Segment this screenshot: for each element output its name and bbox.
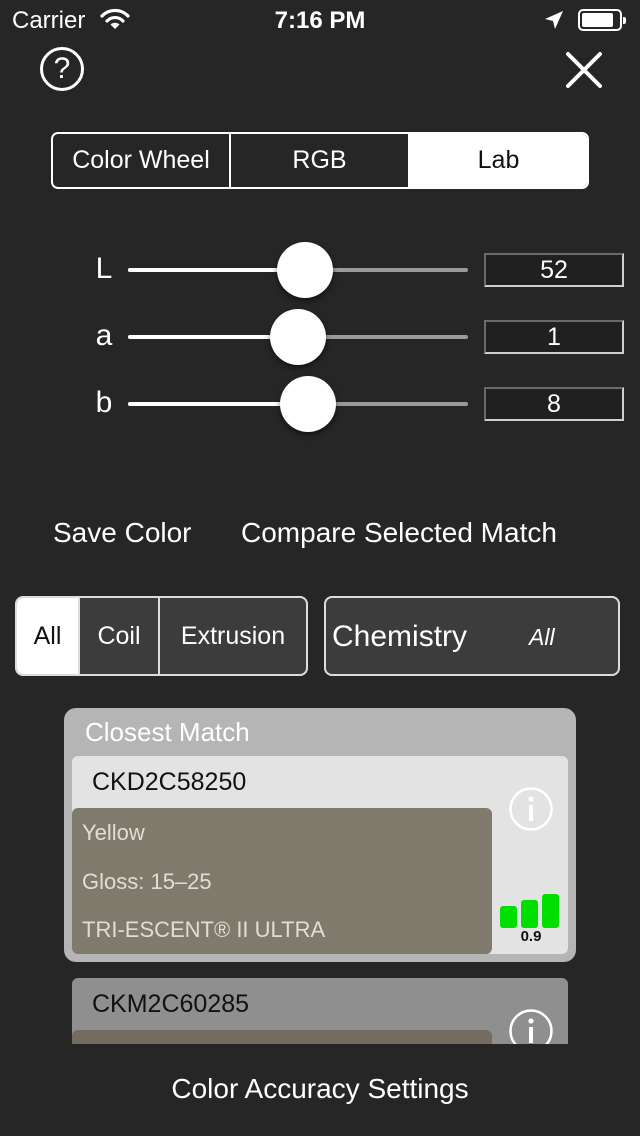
close-button[interactable]: [562, 48, 606, 92]
slider-thumb-b[interactable]: [280, 376, 337, 432]
slider-label-b: b: [95, 386, 113, 419]
tab-label: Coil: [97, 621, 141, 650]
closest-match-group: Closest Match CKD2C58250 Yellow Gloss: 1…: [64, 708, 576, 962]
color-swatch: [72, 1030, 492, 1044]
slider-thumb-l[interactable]: [276, 242, 333, 298]
tab-label: Lab: [477, 146, 520, 174]
chemistry-value: All: [529, 624, 555, 650]
accuracy-bar: [521, 900, 538, 928]
chemistry-selector[interactable]: Chemistry All: [324, 596, 620, 676]
close-icon: [566, 52, 602, 88]
product-filter-tabs: All Coil Extrusion: [15, 596, 308, 676]
tab-extrusion[interactable]: Extrusion: [160, 598, 306, 674]
tab-coil[interactable]: Coil: [80, 598, 160, 674]
slider-label-l: L: [95, 252, 113, 285]
slider-row-a: a 1: [0, 307, 640, 367]
match-color-name: Yellow: [82, 820, 145, 845]
b-value-field[interactable]: 8: [484, 387, 624, 421]
match-accuracy-bars: [500, 894, 562, 928]
battery-nub: [623, 17, 626, 24]
match-card[interactable]: CKM2C60285: [72, 978, 568, 1044]
chemistry-label: Chemistry: [332, 620, 468, 653]
match-gloss: Gloss: 15–25: [82, 869, 212, 894]
slider-thumb-a[interactable]: [270, 309, 326, 365]
help-button[interactable]: ?: [40, 47, 84, 91]
slider-row-l: L 52: [0, 240, 640, 300]
accuracy-bar: [542, 894, 559, 928]
tab-label: Extrusion: [180, 621, 286, 650]
battery-fill: [582, 13, 613, 27]
help-icon: ?: [53, 52, 71, 85]
match-code: CKD2C58250: [92, 768, 247, 796]
tab-label: All: [33, 621, 62, 650]
tab-label: Color Wheel: [72, 146, 210, 174]
a-value-field[interactable]: 1: [484, 320, 624, 354]
tab-all[interactable]: All: [17, 598, 80, 674]
tab-lab[interactable]: Lab: [410, 134, 587, 187]
l-value-field[interactable]: 52: [484, 253, 624, 287]
match-code: CKM2C60285: [92, 990, 250, 1018]
slider-label-a: a: [95, 319, 113, 352]
info-icon[interactable]: [508, 1008, 554, 1044]
color-mode-tabs: Color Wheel RGB Lab: [51, 132, 589, 189]
save-color-button[interactable]: Save Color: [53, 517, 192, 549]
compare-selected-match-button[interactable]: Compare Selected Match: [241, 517, 557, 549]
location-arrow-icon: [544, 10, 564, 35]
color-accuracy-settings-link[interactable]: Color Accuracy Settings: [0, 1073, 640, 1105]
tab-color-wheel[interactable]: Color Wheel: [53, 134, 231, 187]
tab-label: RGB: [292, 146, 347, 174]
status-bar: Carrier 7:16 PM: [0, 0, 640, 40]
match-product: TRI-ESCENT® II ULTRA: [82, 917, 326, 942]
slider-row-b: b 8: [0, 374, 640, 434]
battery-icon: [578, 9, 626, 31]
info-icon[interactable]: [508, 786, 554, 837]
tab-rgb[interactable]: RGB: [231, 134, 410, 187]
group-title: Closest Match: [85, 717, 250, 747]
match-results-list[interactable]: Closest Match CKD2C58250 Yellow Gloss: 1…: [0, 700, 640, 1044]
color-swatch: Yellow Gloss: 15–25 TRI-ESCENT® II ULTRA: [72, 808, 492, 954]
match-score: 0.9: [520, 928, 542, 945]
match-card[interactable]: CKD2C58250 Yellow Gloss: 15–25 TRI-ESCEN…: [72, 756, 568, 954]
accuracy-bar: [500, 906, 517, 928]
